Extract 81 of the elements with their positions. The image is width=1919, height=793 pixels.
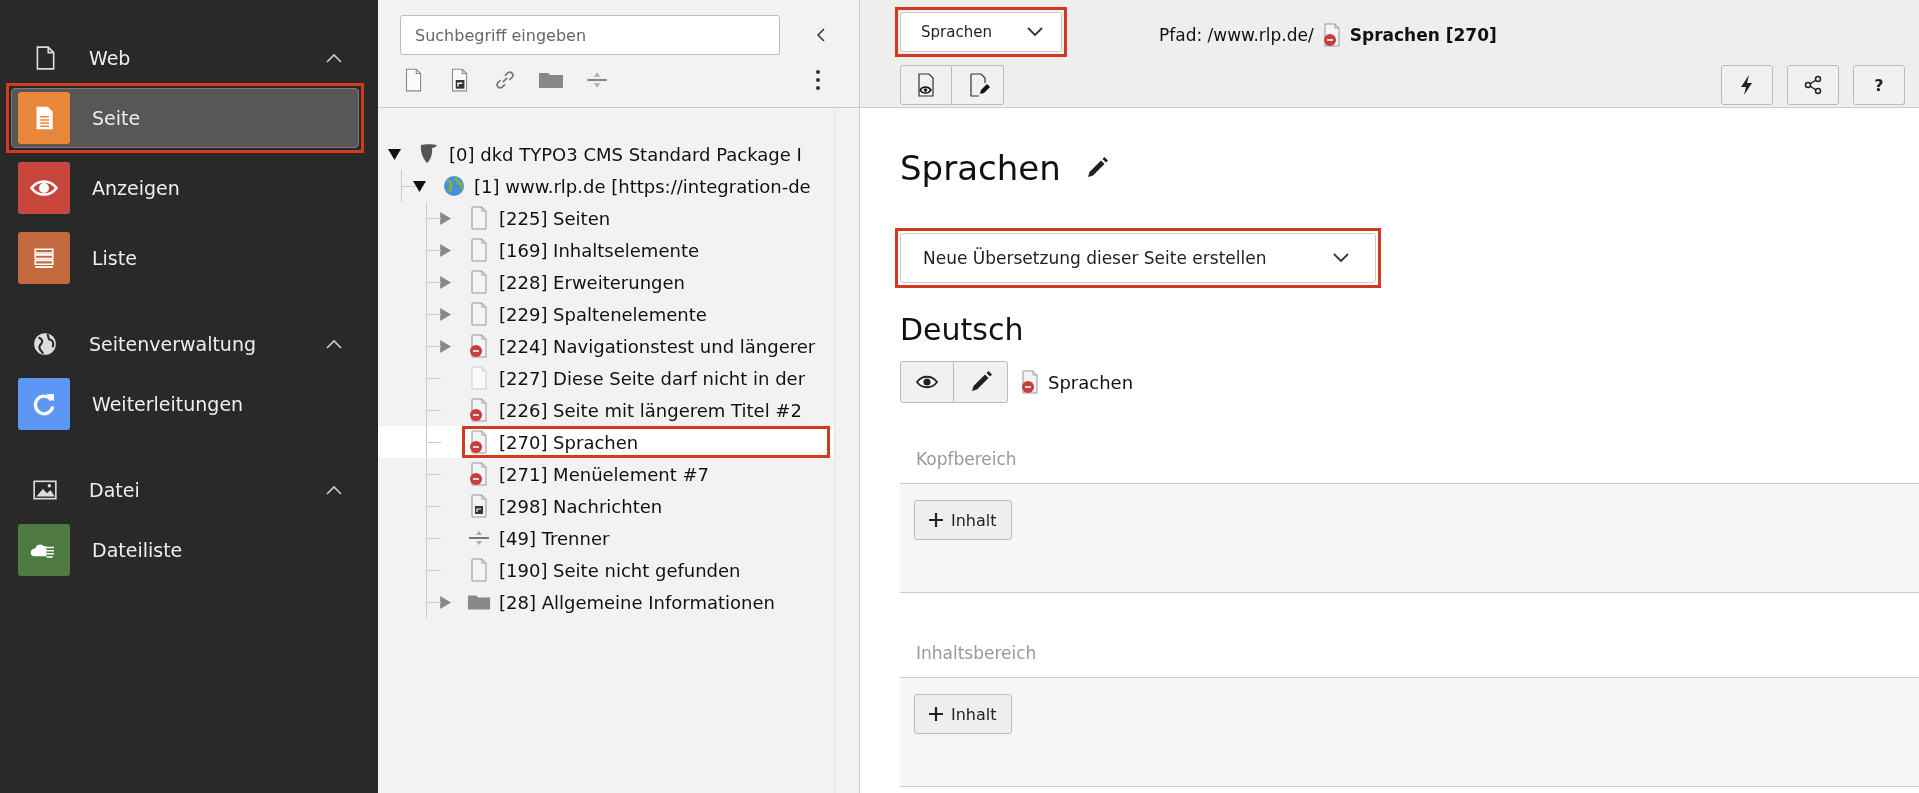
tree-node-label: [226] Seite mit längerem Titel #2 (499, 399, 802, 421)
tree-node-label: [270] Sprachen (499, 431, 639, 453)
tree-node-label: [169] Inhaltselemente (499, 239, 699, 261)
tree-node[interactable]: [169] Inhaltselemente (378, 234, 834, 266)
tree-node[interactable]: [224] Navigationstest und längerer (378, 330, 834, 362)
module-item[interactable]: Liste (11, 228, 359, 288)
expanded-triangle-icon[interactable] (413, 179, 426, 193)
tree-node[interactable]: [227] Diese Seite darf nicht in der (378, 362, 834, 394)
search-field[interactable]: Suchbegriff eingeben (400, 15, 780, 55)
module-item[interactable]: Anzeigen (11, 158, 359, 218)
tree-node[interactable]: [1] www.rlp.de [https://integration-de (378, 170, 834, 202)
tree-node[interactable]: [28] Allgemeine Informationen (378, 586, 834, 618)
tree-node[interactable]: [49] Trenner (378, 522, 834, 554)
collapsed-triangle-icon[interactable] (438, 243, 451, 257)
module-item[interactable]: Weiterleitungen (11, 374, 359, 434)
tree-node-label: [271] Menüelement #7 (499, 463, 710, 485)
chevron-up-icon (326, 339, 342, 349)
chevron-up-icon (326, 53, 342, 63)
collapsed-triangle-icon[interactable] (438, 307, 451, 321)
collapsed-triangle-icon[interactable] (438, 211, 451, 225)
tree-node-label: [0] dkd TYPO3 CMS Standard Package I (449, 143, 802, 165)
page-title: Sprachen (900, 148, 1061, 188)
page-label: Sprachen (1048, 371, 1134, 393)
view-page-button[interactable] (900, 65, 952, 105)
tree-node[interactable]: [0] dkd TYPO3 CMS Standard Package I (378, 138, 834, 170)
tree-node-label: [28] Allgemeine Informationen (499, 591, 775, 613)
flash-button[interactable] (1721, 65, 1773, 105)
chevron-down-icon (1333, 253, 1349, 263)
module-item[interactable]: Seite (11, 88, 359, 148)
more-menu-icon[interactable] (815, 67, 821, 93)
help-button[interactable]: ? (1853, 65, 1905, 105)
add-content-button[interactable]: Inhalt (914, 694, 1012, 734)
tree-node-label: [227] Diese Seite darf nicht in der (499, 367, 806, 389)
tree-node[interactable]: [225] Seiten (378, 202, 834, 234)
module-group-header[interactable]: Seitenverwaltung (0, 319, 378, 369)
page-title-path: Sprachen [270] (1349, 24, 1497, 45)
language-select[interactable]: Sprachen (900, 12, 1062, 52)
tree-node-label: [190] Seite nicht gefunden (499, 559, 741, 581)
column-title: Inhaltsbereich (916, 643, 1037, 663)
tree-node-label: [49] Trenner (499, 527, 610, 549)
tree-node-label: [228] Erweiterungen (499, 271, 685, 293)
eye-tile-icon (18, 162, 70, 214)
share-button[interactable] (1787, 65, 1839, 105)
tree-node[interactable]: [228] Erweiterungen (378, 266, 834, 298)
tree-node[interactable]: [270] Sprachen (378, 426, 834, 458)
tree-node[interactable]: [229] Spaltenelemente (378, 298, 834, 330)
module-item[interactable]: Dateiliste (11, 520, 359, 580)
tree-node[interactable]: [298] Nachrichten (378, 490, 834, 522)
globe-icon (32, 331, 58, 357)
tree-node-label: [229] Spaltenelemente (499, 303, 707, 325)
collapsed-triangle-icon[interactable] (438, 339, 451, 353)
tree-node[interactable]: [226] Seite mit längerem Titel #2 (378, 394, 834, 426)
tree-node-label: [225] Seiten (499, 207, 611, 229)
column-title: Kopfbereich (916, 449, 1017, 469)
module-group-header[interactable]: Datei (0, 465, 378, 515)
edit-button[interactable] (954, 361, 1008, 403)
view-button[interactable] (900, 361, 954, 403)
tree-node-label: [1] www.rlp.de [https://integration-de (474, 175, 811, 197)
tree-node-label: [224] Navigationstest und längerer (499, 335, 816, 357)
tree-node[interactable]: [271] Menüelement #7 (378, 458, 834, 490)
path-text: Pfad: /www.rlp.de/ (1159, 24, 1314, 45)
tree-node-label: [298] Nachrichten (499, 495, 663, 517)
redirect-tile-icon (18, 378, 70, 430)
filelist-tile-icon (18, 524, 70, 576)
chevron-left-icon[interactable] (816, 27, 826, 43)
collapsed-triangle-icon[interactable] (438, 595, 451, 609)
globe-icon (442, 174, 466, 198)
chevron-down-icon (1027, 27, 1043, 37)
tree-node[interactable]: [190] Seite nicht gefunden (378, 554, 834, 586)
page-tile-icon (18, 92, 70, 144)
plus-icon (929, 513, 943, 527)
chevron-up-icon (326, 485, 342, 495)
plus-icon (929, 707, 943, 721)
add-content-button[interactable]: Inhalt (914, 500, 1012, 540)
expanded-triangle-icon[interactable] (388, 147, 401, 161)
language-heading: Deutsch (900, 312, 1025, 347)
collapsed-triangle-icon[interactable] (438, 275, 451, 289)
list-tile-icon (18, 232, 70, 284)
module-group-header[interactable]: Web (0, 33, 378, 83)
translation-select[interactable]: Neue Übersetzung dieser Seite erstellen (900, 233, 1376, 283)
edit-page-button[interactable] (952, 65, 1004, 105)
